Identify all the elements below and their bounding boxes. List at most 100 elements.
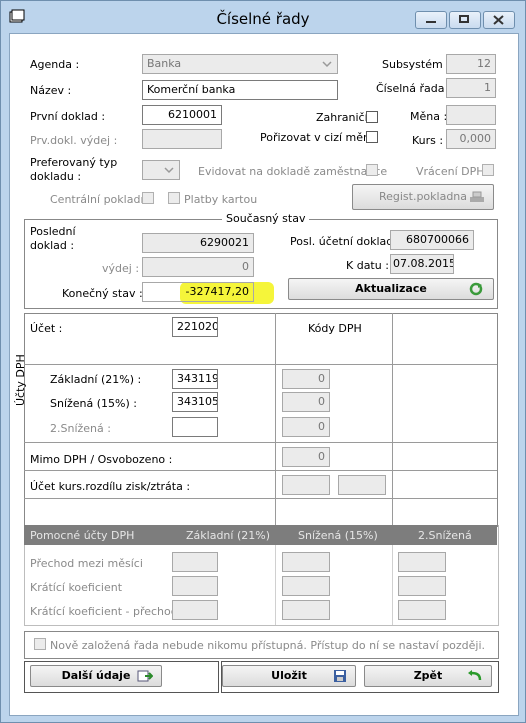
posledni-label-2: doklad : — [30, 239, 75, 252]
pomocne-divider-1 — [275, 545, 276, 625]
vydej-label: výdej : — [102, 262, 140, 275]
kratici-snizena2-input[interactable] — [398, 576, 446, 596]
mimo-kod-input[interactable]: 0 — [282, 447, 330, 467]
snizena2-kod-input[interactable]: 0 — [282, 417, 330, 437]
close-button[interactable] — [483, 11, 515, 29]
vydej-input[interactable]: 0 — [142, 257, 254, 277]
window: Číselné řady Agenda : Banka Název : Kome… — [0, 0, 526, 723]
row-divider-3 — [24, 470, 497, 471]
snizena-input[interactable]: 343105 — [172, 392, 218, 412]
undo-icon — [468, 670, 482, 681]
agenda-label: Agenda : — [30, 58, 80, 71]
pomocne-header-title: Pomocné účty DPH — [30, 529, 135, 542]
title-bar: Číselné řady — [1, 1, 525, 33]
preferovany-label-1: Preferovaný typ — [30, 156, 118, 169]
forward-icon — [137, 670, 153, 682]
prv-dokl-vydej-input[interactable] — [142, 129, 222, 149]
prechod-snizena-input[interactable] — [282, 552, 330, 572]
col-divider-2 — [392, 313, 393, 525]
note-checkbox[interactable] — [34, 638, 46, 650]
kurs-rozdil-zisk-input[interactable] — [282, 475, 330, 495]
ucty-table — [24, 313, 498, 527]
snizena-kod-input[interactable]: 0 — [282, 392, 330, 412]
vraceni-dph-label: Vrácení DPH — [416, 165, 485, 178]
evidovat-label: Evidovat na dokladě zaměstnance — [198, 165, 388, 178]
refresh-icon — [469, 282, 483, 296]
aktualizace-label: Aktualizace — [355, 282, 427, 295]
ciselna-rada-input[interactable]: 1 — [446, 78, 496, 98]
platby-checkbox[interactable] — [168, 192, 180, 204]
posl-ucetni-input[interactable]: 680700066 — [390, 230, 474, 250]
row-divider-1 — [24, 364, 497, 365]
col-divider-1 — [275, 313, 276, 525]
kratici-label: Krátící koeficient — [30, 581, 123, 594]
kratici-prechod-snizena-input[interactable] — [282, 600, 330, 620]
centralni-label: Centrální pokladna — [50, 193, 155, 206]
prvni-doklad-label: První doklad : — [30, 110, 106, 123]
dalsi-udaje-label: Další údaje — [61, 669, 131, 682]
chevron-down-icon — [322, 61, 332, 68]
ucty-dph-vertical-label: Účty DPH — [14, 354, 27, 406]
platby-label: Platby kartou — [184, 193, 258, 206]
regist-pokladna-label: Regist.pokladna — [378, 190, 468, 203]
pomocne-divider-2 — [392, 545, 393, 625]
posledni-doklad-input[interactable]: 6290021 — [142, 233, 254, 253]
minimize-icon — [426, 21, 436, 23]
prechod-zakladni-input[interactable] — [172, 552, 218, 572]
snizena2-input[interactable] — [172, 417, 218, 437]
prvni-doklad-input[interactable]: 6210001 — [142, 105, 222, 125]
posl-ucetni-label: Posl. účetní doklad : — [290, 235, 401, 248]
kratici-prechod-snizena2-input[interactable] — [398, 600, 446, 620]
posledni-label-1: Poslední — [30, 225, 76, 238]
porizovat-label: Pořizovat v cizí měně — [260, 131, 377, 144]
subsystem-input[interactable]: 12 — [446, 54, 496, 74]
pomocne-header-snizena2: 2.Snížená — [418, 529, 472, 542]
zakladni-label: Základní (21%) : — [50, 373, 142, 386]
zahranici-label: Zahraničí — [316, 111, 368, 124]
kratici-prechod-label: Krátící koeficient - přechod — [30, 605, 178, 618]
zakladni-input[interactable]: 343119 — [172, 369, 218, 389]
dalsi-udaje-button[interactable]: Další údaje — [30, 665, 162, 687]
kurs-input[interactable]: 0,000 — [446, 129, 496, 149]
evidovat-checkbox[interactable] — [366, 164, 378, 176]
aktualizace-button[interactable]: Aktualizace — [288, 278, 494, 300]
zpet-label: Zpět — [413, 669, 443, 682]
zakladni-kod-input[interactable]: 0 — [282, 369, 330, 389]
kratici-prechod-zakladni-input[interactable] — [172, 600, 218, 620]
kurs-rozdil-ztrata-input[interactable] — [338, 475, 386, 495]
centralni-checkbox[interactable] — [142, 192, 154, 204]
ciselna-rada-label: Číselná řada : — [376, 82, 452, 95]
ulozit-label: Uložit — [271, 669, 307, 682]
konecny-stav-input[interactable]: -327417,20 — [142, 282, 254, 302]
form-body: Agenda : Banka Název : Komerční banka Pr… — [9, 33, 519, 716]
row-divider-4 — [24, 498, 497, 499]
mena-input[interactable] — [446, 105, 496, 125]
k-datu-input[interactable]: 07.08.2015 — [390, 254, 454, 274]
kratici-zakladni-input[interactable] — [172, 576, 218, 596]
snizena2-label: 2.Snížená : — [50, 422, 111, 435]
minimize-button[interactable] — [415, 11, 447, 29]
cash-register-icon — [470, 191, 484, 202]
regist-pokladna-button[interactable]: Regist.pokladna — [352, 184, 494, 210]
maximize-button[interactable] — [449, 11, 481, 29]
kurs-rozdil-label: Účet kurs.rozdílu zisk/ztráta : — [30, 480, 191, 493]
zahranici-checkbox[interactable] — [366, 111, 378, 123]
kurs-label: Kurs : — [412, 134, 444, 147]
vraceni-dph-checkbox[interactable] — [482, 164, 494, 176]
nazev-input[interactable]: Komerční banka — [142, 80, 338, 100]
agenda-select[interactable]: Banka — [142, 54, 338, 74]
pomocne-header-snizena: Snížená (15%) — [298, 529, 378, 542]
ucet-input[interactable]: 221020 — [172, 317, 218, 337]
ulozit-button[interactable]: Uložit — [222, 665, 356, 687]
soucasny-stav-legend: Současný stav — [222, 212, 310, 225]
kratici-snizena-input[interactable] — [282, 576, 330, 596]
maximize-icon — [459, 15, 469, 23]
row-divider-2 — [24, 442, 497, 443]
save-icon — [334, 670, 346, 682]
prechod-snizena2-input[interactable] — [398, 552, 446, 572]
porizovat-checkbox[interactable] — [366, 131, 378, 143]
mena-label: Měna : — [410, 110, 448, 123]
preferovany-label-2: dokladu : — [30, 170, 82, 183]
note-label: Nově založená řada nebude nikomu přístup… — [50, 639, 486, 652]
zpet-button[interactable]: Zpět — [364, 665, 492, 687]
